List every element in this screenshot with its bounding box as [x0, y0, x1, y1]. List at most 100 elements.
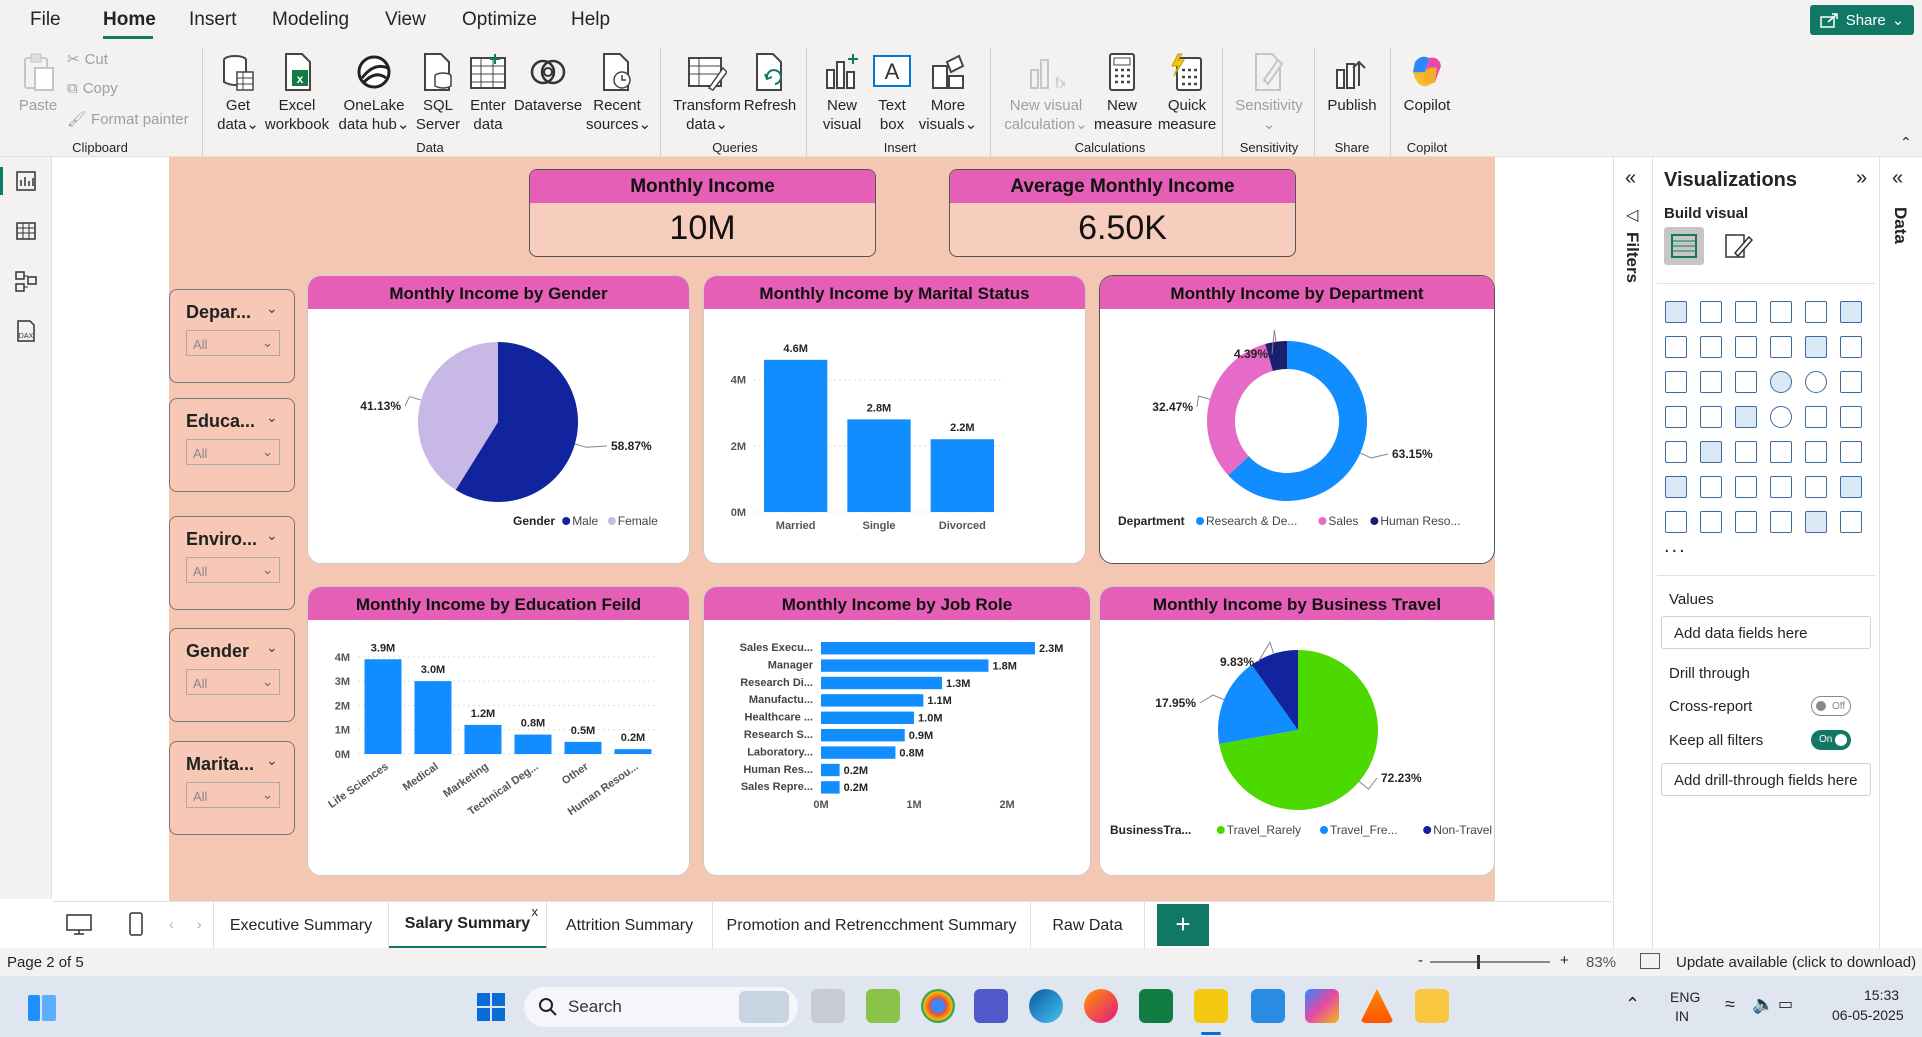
- chevron-visual-icon[interactable]: [1840, 511, 1862, 533]
- task-view-icon[interactable]: [811, 989, 845, 1023]
- table-view-icon[interactable]: [14, 219, 38, 243]
- slicer-visual-icon[interactable]: [1700, 441, 1722, 463]
- windows-start-icon[interactable]: [476, 992, 506, 1022]
- stacked-bar-visual-icon[interactable]: [1665, 301, 1687, 323]
- menu-insert[interactable]: Insert: [189, 9, 237, 31]
- area-visual-icon[interactable]: [1700, 336, 1722, 358]
- file-explorer-icon[interactable]: [1415, 989, 1449, 1023]
- clock-time[interactable]: 15:33: [1864, 987, 1899, 1003]
- notepad-icon[interactable]: [1251, 989, 1285, 1023]
- format-painter-button[interactable]: 🖌 Format painter: [67, 110, 189, 129]
- 100-bar-visual-icon[interactable]: [1805, 301, 1827, 323]
- table-visual-icon[interactable]: [1735, 441, 1757, 463]
- filled-map-visual-icon[interactable]: [1700, 406, 1722, 428]
- 100-area-visual-icon[interactable]: [1770, 336, 1792, 358]
- onelake-button[interactable]: OneLake data hub⌄: [336, 52, 412, 134]
- taskbar-search-box[interactable]: Search: [524, 987, 798, 1027]
- slicer-gender[interactable]: Gender ⌄ All ⌄: [169, 628, 295, 722]
- menu-modeling[interactable]: Modeling: [272, 9, 349, 31]
- r-visual-visual-icon[interactable]: [1805, 441, 1827, 463]
- sensitivity-button[interactable]: Sensitivity ⌄: [1232, 52, 1306, 134]
- kpi-card-monthly-income[interactable]: Monthly Income 10M: [529, 169, 876, 257]
- filters-label[interactable]: Filters: [1622, 232, 1642, 283]
- menu-help[interactable]: Help: [571, 9, 610, 31]
- pie-visual-icon[interactable]: [1770, 371, 1792, 393]
- zoom-out-button[interactable]: -: [1418, 952, 1423, 969]
- firefox-icon[interactable]: [1084, 989, 1118, 1023]
- dataverse-button[interactable]: Dataverse: [512, 52, 584, 115]
- tab-salary-summary[interactable]: Salary Summary x: [389, 902, 547, 949]
- chart-panel-business-travel[interactable]: Monthly Income by Business Travel 72.23%…: [1099, 586, 1495, 876]
- slicer-dropdown[interactable]: All ⌄: [186, 439, 280, 465]
- paste-button[interactable]: Paste: [16, 52, 60, 115]
- gauge-visual-icon[interactable]: [1770, 406, 1792, 428]
- chart-panel-department[interactable]: Monthly Income by Department 63.15% 32.47…: [1099, 275, 1495, 564]
- menu-optimize[interactable]: Optimize: [462, 9, 537, 31]
- model-view-icon[interactable]: [14, 269, 38, 293]
- smart-narrative-visual-icon[interactable]: [1735, 511, 1757, 533]
- copilot-button[interactable]: Copilot: [1396, 52, 1458, 115]
- chrome-icon[interactable]: [921, 989, 955, 1023]
- transform-data-button[interactable]: Transform data⌄: [672, 52, 742, 134]
- update-available-link[interactable]: Update available (click to download): [1676, 954, 1916, 971]
- more-visuals-button[interactable]: More visuals⌄: [918, 52, 978, 134]
- excel-app-icon[interactable]: [1139, 989, 1173, 1023]
- more-visuals-ellipsis[interactable]: ...: [1664, 535, 1687, 558]
- kpi-card-average-monthly-income[interactable]: Average Monthly Income 6.50K: [949, 169, 1296, 257]
- drill-through-field-well[interactable]: Add drill-through fields here: [1661, 763, 1871, 796]
- tab-raw-data[interactable]: Raw Data: [1031, 902, 1145, 949]
- values-field-well[interactable]: Add data fields here: [1661, 616, 1871, 649]
- collapse-pane-icon[interactable]: »: [1856, 167, 1867, 190]
- power-apps-visual-icon[interactable]: [1665, 511, 1687, 533]
- refresh-button[interactable]: Refresh: [742, 52, 798, 115]
- card-visual-icon[interactable]: [1805, 406, 1827, 428]
- collapse-ribbon-icon[interactable]: ⌃: [1900, 134, 1912, 151]
- widgets-icon[interactable]: [27, 994, 57, 1022]
- stacked-column-visual-icon[interactable]: [1700, 301, 1722, 323]
- slicer-marital-status[interactable]: Marita... ⌄ All ⌄: [169, 741, 295, 835]
- treemap-visual-icon[interactable]: [1840, 371, 1862, 393]
- add-page-button[interactable]: +: [1157, 904, 1209, 946]
- prev-page-icon[interactable]: ‹: [169, 916, 174, 932]
- chevron-up-icon[interactable]: ⌃: [1625, 994, 1640, 1015]
- clustered-column-visual-icon[interactable]: [1770, 301, 1792, 323]
- dax-query-view-icon[interactable]: DAX: [14, 319, 38, 343]
- snipping-tool-icon[interactable]: [866, 989, 900, 1023]
- close-icon[interactable]: x: [532, 904, 539, 919]
- 100-column-visual-icon[interactable]: [1840, 301, 1862, 323]
- cross-report-toggle[interactable]: Off: [1811, 696, 1851, 716]
- chart-panel-education-field[interactable]: Monthly Income by Education Feild 0M 1M 2M…: [307, 586, 690, 876]
- sql-server-button[interactable]: SQL Server: [414, 52, 462, 134]
- donut-visual-icon[interactable]: [1805, 371, 1827, 393]
- azure-map-visual-icon[interactable]: [1735, 406, 1757, 428]
- matrix-visual-icon[interactable]: [1770, 441, 1792, 463]
- zoom-slider-thumb[interactable]: [1477, 955, 1480, 969]
- fit-to-page-icon[interactable]: [1640, 953, 1660, 969]
- keep-all-filters-toggle[interactable]: On: [1811, 730, 1851, 750]
- multi-row-card-visual-icon[interactable]: [1840, 406, 1862, 428]
- menu-home[interactable]: Home: [103, 9, 156, 31]
- expand-data-icon[interactable]: «: [1892, 167, 1903, 190]
- copilot-app-icon[interactable]: [1305, 989, 1339, 1023]
- mobile-layout-icon[interactable]: [128, 912, 144, 936]
- kpi-visual-icon[interactable]: [1665, 441, 1687, 463]
- qa-visual-icon[interactable]: [1735, 476, 1757, 498]
- quick-measure-button[interactable]: Quick measure: [1156, 52, 1218, 134]
- stacked-area-visual-icon[interactable]: [1735, 336, 1757, 358]
- new-measure-button[interactable]: New measure: [1094, 52, 1152, 134]
- slicer-dropdown[interactable]: All ⌄: [186, 330, 280, 356]
- cut-button[interactable]: ✂ Cut: [67, 50, 108, 69]
- slicer-dropdown[interactable]: All ⌄: [186, 782, 280, 808]
- slicer-dropdown[interactable]: All ⌄: [186, 557, 280, 583]
- line-visual-icon[interactable]: [1665, 336, 1687, 358]
- chart-panel-gender[interactable]: Monthly Income by Gender 58.87% 41.13% Gen…: [307, 275, 690, 564]
- format-visual-icon[interactable]: [1723, 231, 1753, 261]
- slicer-environment[interactable]: Enviro... ⌄ All ⌄: [169, 516, 295, 610]
- menu-file[interactable]: File: [30, 9, 61, 31]
- new-visual-button[interactable]: New visual: [818, 52, 866, 134]
- decomposition-tree-visual-icon[interactable]: [1700, 476, 1722, 498]
- funnel-visual-icon[interactable]: [1700, 371, 1722, 393]
- tab-attrition-summary[interactable]: Attrition Summary: [547, 902, 713, 949]
- scatter-visual-icon[interactable]: [1735, 371, 1757, 393]
- zoom-slider[interactable]: [1430, 961, 1550, 963]
